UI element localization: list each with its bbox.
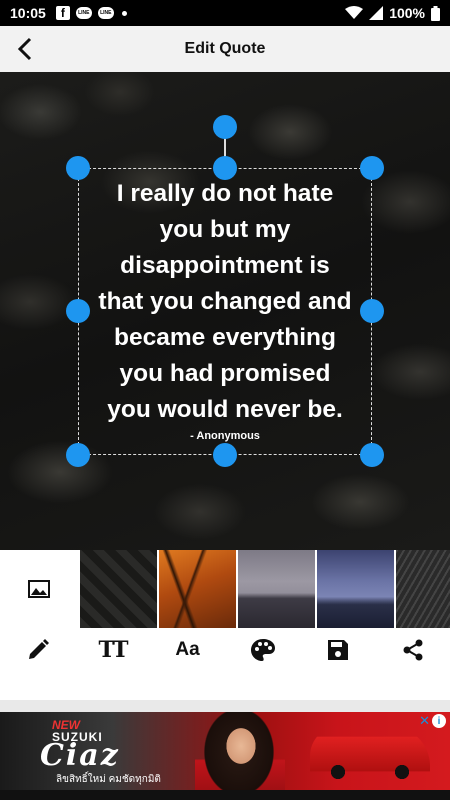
app-header: Edit Quote — [0, 26, 450, 72]
share-button[interactable] — [375, 628, 450, 672]
quote-line: you had promised — [119, 360, 331, 387]
rotate-handle[interactable] — [213, 115, 237, 139]
page-title: Edit Quote — [184, 40, 266, 57]
facebook-icon: f — [55, 6, 70, 20]
ad-divider — [0, 700, 450, 712]
battery-percent: 100% — [389, 5, 425, 21]
background-thumbnail[interactable] — [238, 550, 315, 628]
save-icon — [327, 640, 348, 660]
image-icon — [28, 580, 50, 598]
background-thumbnail[interactable] — [80, 550, 157, 628]
back-button[interactable] — [10, 34, 40, 64]
resize-handle-bottom[interactable] — [213, 443, 237, 467]
background-strip — [0, 550, 450, 628]
text-size-icon: TT — [98, 637, 129, 663]
resize-handle-bottom-right[interactable] — [360, 443, 384, 467]
pencil-icon — [28, 639, 49, 659]
battery-icon — [431, 5, 440, 21]
font-button[interactable]: Aa — [150, 628, 225, 672]
line-icon: LINE — [97, 7, 114, 19]
quote-author: - Anonymous — [190, 430, 260, 442]
quote-line: you but my — [159, 216, 291, 243]
line-icon: LINE — [75, 7, 92, 19]
chevron-left-icon — [17, 37, 32, 61]
quote-text[interactable]: I really do not hate you but my disappoi… — [84, 176, 366, 428]
resize-handle-top-right[interactable] — [360, 156, 384, 180]
background-thumbnail[interactable] — [317, 550, 394, 628]
text-size-button[interactable]: TT — [75, 628, 150, 672]
resize-handle-left[interactable] — [66, 299, 90, 323]
quote-line: became everything — [114, 324, 336, 351]
more-notifications-dot-icon — [121, 10, 127, 16]
color-button[interactable] — [225, 628, 300, 672]
save-button[interactable] — [300, 628, 375, 672]
ad-model: Ciaz — [40, 738, 120, 773]
quote-line: I really do not hate — [116, 180, 334, 207]
status-right: 100% — [345, 5, 440, 21]
palette-icon — [250, 639, 275, 661]
ad-close-icon[interactable]: ✕ — [419, 713, 430, 729]
system-nav-bar — [0, 790, 450, 800]
quote-canvas[interactable]: I really do not hate you but my disappoi… — [0, 72, 450, 550]
quote-line: that you changed and — [98, 288, 352, 315]
background-thumbnail[interactable] — [396, 550, 450, 628]
notification-icons: f LINE LINE — [55, 6, 127, 20]
adchoices-icon[interactable]: i — [432, 714, 446, 728]
resize-handle-top[interactable] — [213, 156, 237, 180]
resize-handle-top-left[interactable] — [66, 156, 90, 180]
wifi-icon — [345, 6, 364, 19]
status-bar: 10:05 f LINE LINE 100% — [0, 0, 450, 26]
font-icon: Aa — [175, 639, 200, 660]
status-time: 10:05 — [10, 5, 46, 21]
ad-car-image — [310, 726, 430, 782]
quote-line: disappointment is — [120, 252, 330, 279]
edit-text-button[interactable] — [0, 628, 75, 672]
background-thumbnail[interactable] — [159, 550, 236, 628]
resize-handle-bottom-left[interactable] — [66, 443, 90, 467]
ad-banner[interactable]: NEW SUZUKI Ciaz ลิขสิทธิ์ใหม่ คมชัดทุกมิ… — [0, 712, 450, 790]
ad-person-image — [195, 712, 285, 790]
quote-line: you would never be. — [107, 396, 343, 423]
resize-handle-right[interactable] — [360, 299, 384, 323]
edit-toolbar: TT Aa — [0, 628, 450, 700]
gallery-button[interactable] — [0, 550, 78, 628]
ad-tagline: ลิขสิทธิ์ใหม่ คมชัดทุกมิติ — [56, 774, 161, 785]
signal-icon — [369, 6, 384, 20]
share-icon — [403, 639, 422, 661]
